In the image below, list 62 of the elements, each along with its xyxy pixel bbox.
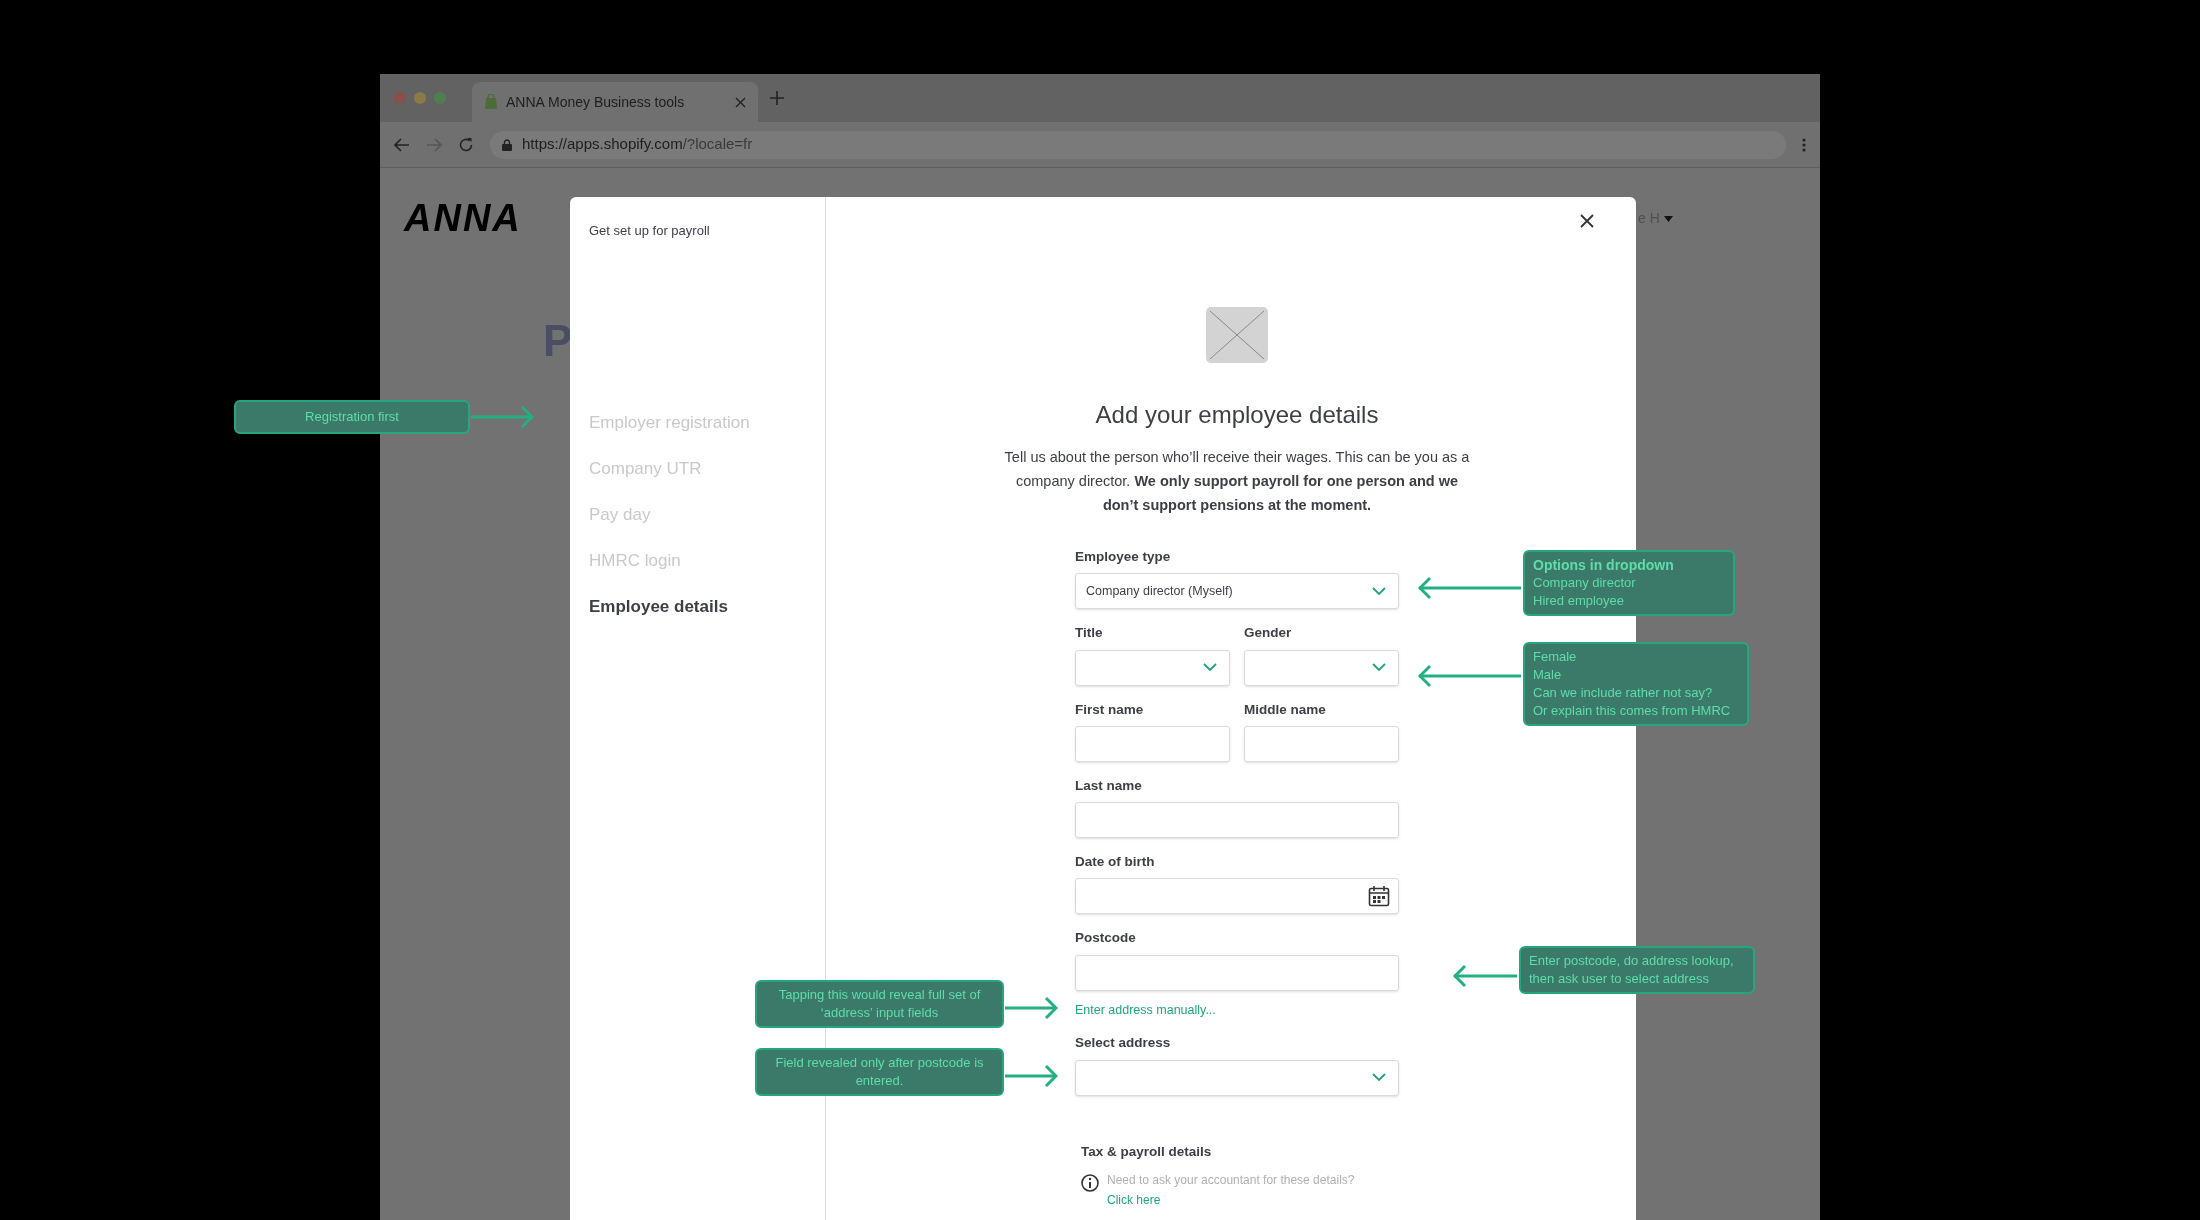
note-line: Female [1533,648,1578,666]
field-label: Middle name [1244,700,1327,719]
dropdown-field[interactable] [1075,649,1230,686]
input-field[interactable] [1075,802,1399,838]
input-field[interactable] [1075,954,1399,991]
tab-title: ANNA Money Business tools [506,92,686,112]
note-line: Company director [1533,574,1637,592]
note-text: Field revealed only after postcode is entered. [774,1054,985,1090]
dialog-heading: Add your employee details [1095,400,1379,430]
window-control-icon[interactable] [414,92,426,104]
pointer-arrow [1453,964,1517,988]
dropdown-field[interactable] [1244,649,1399,686]
window-control-icon[interactable] [394,92,406,104]
field-label: Employee type [1075,548,1172,566]
date-field[interactable] [1075,878,1399,915]
chevron-icon [1203,663,1217,672]
more-icon[interactable] [1802,137,1806,152]
sidebar-title: Get set up for payroll [589,222,711,240]
note-text: Enter postcode, do address lookup, then ask user to select address [1529,952,1735,988]
window-control-icon[interactable] [434,92,446,104]
note-text: Registration first [304,408,400,426]
lock-icon [502,138,512,151]
note-line: Hired employee [1533,592,1626,610]
placeholder-image-icon [1206,307,1268,363]
browser-tab[interactable]: ANNA Money Business tools [472,82,758,122]
chevron-icon [1372,586,1386,596]
step-item[interactable]: Employee details [589,594,825,619]
close-icon[interactable] [1580,214,1594,228]
caret-icon[interactable] [1663,215,1673,222]
note-text: Tapping this would reveal full set of ‘address’ input fields [777,986,982,1022]
shopping-bag-icon [484,94,498,110]
field-label: Title [1075,624,1104,643]
field-label: Select address [1075,1034,1172,1053]
manual-address-link[interactable]: Enter address manually... [1075,1000,1399,1020]
intro-text: Tell us about the person who’ll receive their wages. This can be you as a company director. We only support payroll for one person and we don’t support pensions at the moment. [1003,448,1471,515]
help-link[interactable]: Click here [1107,1192,1161,1207]
url-text: https://apps.shopify.com/?locale=fr [522,134,753,155]
input-field[interactable] [1244,725,1399,762]
help-text: Need to ask your accountant for these details? Click here [1107,1171,1356,1209]
back-icon[interactable] [394,137,410,152]
section-heading: Tax & payroll details [1081,1142,1213,1161]
field-label: Postcode [1075,929,1137,948]
forward-icon[interactable] [426,137,442,152]
calendar-icon[interactable] [1368,885,1390,908]
address-bar[interactable]: https://apps.shopify.com/?locale=fr [490,130,1786,159]
reload-icon[interactable] [458,136,474,153]
input-field[interactable] [1075,725,1230,762]
chevron-icon [1372,663,1386,672]
anna-logo[interactable]: ANNA [404,190,522,247]
new-tab-icon[interactable] [770,91,784,105]
field-label: Date of birth [1075,853,1156,871]
note-title: Options in dropdown [1533,556,1675,574]
field-label: Gender [1244,624,1293,643]
info-icon [1081,1173,1099,1192]
note-line: Or explain this comes from HMRC [1533,702,1732,720]
note-line: Can we include rather not say? [1533,684,1714,702]
dropdown-field[interactable]: Company director (Myself) [1075,573,1399,610]
field-label: First name [1075,700,1145,719]
field-label: Last name [1075,776,1143,795]
chevron-icon [1372,1073,1386,1082]
dropdown-field[interactable] [1075,1059,1399,1096]
note-line: Male [1533,666,1563,684]
